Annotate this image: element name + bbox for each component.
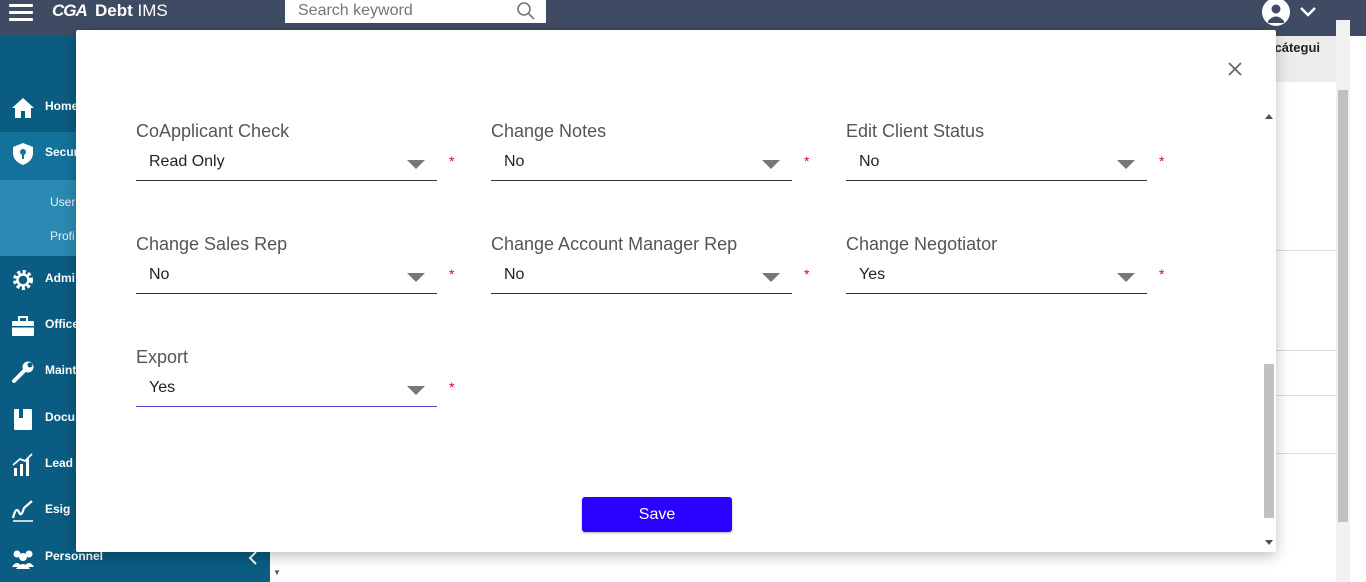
required-mark: * <box>449 266 455 282</box>
sidebar-item-label: Docu <box>45 410 75 424</box>
chevron-left-icon[interactable] <box>246 550 260 566</box>
chevron-down-icon[interactable] <box>1298 5 1318 19</box>
dropdown-arrow-icon[interactable] <box>762 273 780 282</box>
briefcase-icon <box>12 316 34 336</box>
sidebar-scroll-down-icon[interactable]: ▼ <box>273 568 281 577</box>
permissions-modal: CoApplicant Check Read Only * Change Not… <box>76 30 1276 552</box>
user-avatar-icon[interactable] <box>1261 0 1291 26</box>
scroll-down-icon[interactable] <box>1265 540 1273 545</box>
change-notes-select[interactable]: No <box>491 153 792 181</box>
dropdown-arrow-icon[interactable] <box>1117 160 1135 169</box>
modal-scrollbar-thumb[interactable] <box>1264 364 1274 518</box>
gear-icon <box>13 270 33 290</box>
required-mark: * <box>1159 153 1165 169</box>
change-negotiator-select[interactable]: Yes <box>846 266 1147 294</box>
required-mark: * <box>1159 266 1165 282</box>
select-value: No <box>149 266 170 283</box>
select-value: No <box>859 153 880 170</box>
dropdown-arrow-icon[interactable] <box>407 273 425 282</box>
field-label: Change Negotiator <box>846 234 998 254</box>
save-button[interactable]: Save <box>582 497 732 532</box>
sidebar-item-label: Home <box>45 99 79 113</box>
search-input[interactable] <box>285 0 515 22</box>
search-icon[interactable] <box>516 1 536 21</box>
dropdown-arrow-icon[interactable] <box>407 386 425 395</box>
sidebar-item-label: Office <box>45 317 80 331</box>
background-divider <box>1276 453 1336 454</box>
background-divider <box>1276 395 1336 396</box>
select-value: No <box>504 153 525 170</box>
sidebar-item-label: Admi <box>45 271 75 285</box>
sidebar-subitem-user[interactable]: User <box>50 195 75 209</box>
required-mark: * <box>449 379 455 395</box>
app-title: Debt IMS <box>95 1 168 20</box>
required-mark: * <box>804 266 810 282</box>
required-mark: * <box>449 153 455 169</box>
sidebar-item-label: Secur <box>45 145 79 159</box>
sidebar-item-label: Lead <box>45 456 74 470</box>
field-label: Export <box>136 347 189 367</box>
select-value: Read Only <box>149 153 225 170</box>
field-label: Change Account Manager Rep <box>491 234 738 254</box>
coapplicant-check-select[interactable]: Read Only <box>136 153 437 181</box>
select-value: Yes <box>149 379 176 396</box>
home-icon <box>12 98 34 118</box>
change-account-manager-rep-select[interactable]: No <box>491 266 792 294</box>
wrench-icon <box>12 361 34 383</box>
chart-icon <box>12 453 33 476</box>
scroll-up-icon[interactable] <box>1265 114 1273 119</box>
change-sales-rep-select[interactable]: No <box>136 266 437 294</box>
required-mark: * <box>804 153 810 169</box>
background-divider <box>1276 250 1336 251</box>
page-scrollbar[interactable] <box>1336 20 1350 582</box>
background-divider <box>1276 350 1336 351</box>
dropdown-arrow-icon[interactable] <box>762 160 780 169</box>
dropdown-arrow-icon[interactable] <box>1117 273 1135 282</box>
search-box <box>285 0 546 25</box>
people-icon <box>12 550 34 569</box>
hamburger-menu-icon[interactable] <box>9 0 33 24</box>
sidebar-subitem-profile[interactable]: Profi <box>50 229 75 243</box>
edit-client-status-select[interactable]: No <box>846 153 1147 181</box>
shield-icon <box>13 143 33 165</box>
field-label: Change Notes <box>491 121 607 141</box>
field-label: Edit Client Status <box>846 121 985 141</box>
select-value: No <box>504 266 525 283</box>
sidebar-item-label: Esig <box>45 502 71 516</box>
close-icon[interactable] <box>1226 60 1244 78</box>
modal-scrollbar[interactable] <box>1262 112 1276 552</box>
sidebar-item-label: Maint <box>45 363 77 377</box>
company-logo: CGA <box>52 1 88 20</box>
field-label: CoApplicant Check <box>136 121 290 141</box>
page-scrollbar-thumb[interactable] <box>1338 90 1348 522</box>
document-icon <box>14 409 32 430</box>
dropdown-arrow-icon[interactable] <box>407 160 425 169</box>
export-select[interactable]: Yes <box>136 379 437 407</box>
select-value: Yes <box>859 266 886 283</box>
field-label: Change Sales Rep <box>136 234 288 254</box>
signature-icon <box>11 500 33 522</box>
